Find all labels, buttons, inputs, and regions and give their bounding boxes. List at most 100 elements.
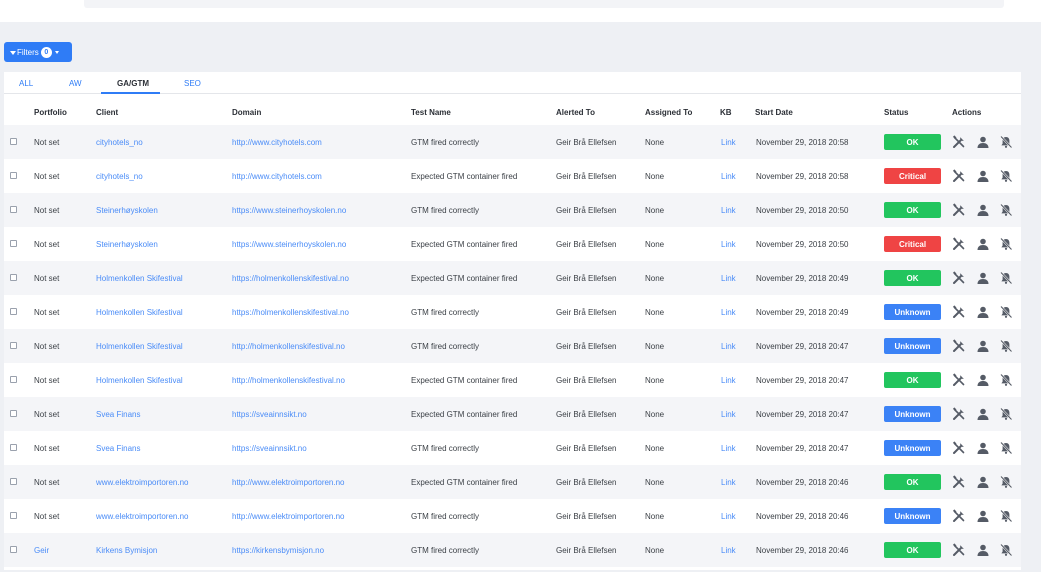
- user-icon[interactable]: [976, 475, 990, 489]
- col-header-client[interactable]: Client: [96, 108, 118, 117]
- cell-domain[interactable]: https://www.steinerhoyskolen.no: [232, 240, 346, 249]
- tab-ga-gtm[interactable]: GA/GTM: [117, 79, 149, 88]
- cell-domain[interactable]: https://holmenkollenskifestival.no: [232, 308, 349, 317]
- cell-domain[interactable]: http://holmenkollenskifestival.no: [232, 342, 345, 351]
- cell-client[interactable]: cityhotels_no: [96, 172, 143, 181]
- status-badge[interactable]: Unknown: [884, 508, 941, 524]
- tab-aw[interactable]: AW: [69, 79, 82, 88]
- bell-off-icon[interactable]: [999, 543, 1013, 557]
- tools-icon[interactable]: [952, 339, 966, 353]
- row-checkbox[interactable]: [10, 444, 17, 451]
- cell-client[interactable]: Svea Finans: [96, 410, 140, 419]
- user-icon[interactable]: [976, 373, 990, 387]
- cell-client[interactable]: cityhotels_no: [96, 138, 143, 147]
- tools-icon[interactable]: [952, 203, 966, 217]
- user-icon[interactable]: [976, 407, 990, 421]
- status-badge[interactable]: Unknown: [884, 338, 941, 354]
- cell-client[interactable]: www.elektroimportoren.no: [96, 512, 188, 521]
- tools-icon[interactable]: [952, 271, 966, 285]
- cell-domain[interactable]: http://www.elektroimportoren.no: [232, 478, 345, 487]
- status-badge[interactable]: OK: [884, 202, 941, 218]
- bell-off-icon[interactable]: [999, 509, 1013, 523]
- col-header-status[interactable]: Status: [884, 108, 908, 117]
- user-icon[interactable]: [976, 271, 990, 285]
- user-icon[interactable]: [976, 339, 990, 353]
- user-icon[interactable]: [976, 543, 990, 557]
- bell-off-icon[interactable]: [999, 339, 1013, 353]
- user-icon[interactable]: [976, 135, 990, 149]
- tools-icon[interactable]: [952, 169, 966, 183]
- cell-client[interactable]: Svea Finans: [96, 444, 140, 453]
- row-checkbox[interactable]: [10, 478, 17, 485]
- status-badge[interactable]: OK: [884, 542, 941, 558]
- row-checkbox[interactable]: [10, 240, 17, 247]
- status-badge[interactable]: OK: [884, 474, 941, 490]
- cell-kb-link[interactable]: Link: [721, 444, 736, 453]
- col-header-test-name[interactable]: Test Name: [411, 108, 451, 117]
- bell-off-icon[interactable]: [999, 203, 1013, 217]
- status-badge[interactable]: Unknown: [884, 440, 941, 456]
- cell-kb-link[interactable]: Link: [721, 512, 736, 521]
- filters-button[interactable]: Filters 0: [4, 42, 72, 62]
- status-badge[interactable]: OK: [884, 270, 941, 286]
- cell-domain[interactable]: http://www.cityhotels.com: [232, 172, 322, 181]
- cell-kb-link[interactable]: Link: [721, 546, 736, 555]
- cell-client[interactable]: Holmenkollen Skifestival: [96, 342, 183, 351]
- tools-icon[interactable]: [952, 373, 966, 387]
- user-icon[interactable]: [976, 509, 990, 523]
- tools-icon[interactable]: [952, 135, 966, 149]
- cell-kb-link[interactable]: Link: [721, 342, 736, 351]
- cell-kb-link[interactable]: Link: [721, 240, 736, 249]
- cell-domain[interactable]: http://holmenkollenskifestival.no: [232, 376, 345, 385]
- cell-domain[interactable]: https://sveainnsikt.no: [232, 410, 307, 419]
- col-header-start-date[interactable]: Start Date: [755, 108, 793, 117]
- row-checkbox[interactable]: [10, 342, 17, 349]
- bell-off-icon[interactable]: [999, 135, 1013, 149]
- cell-client[interactable]: Holmenkollen Skifestival: [96, 274, 183, 283]
- row-checkbox[interactable]: [10, 512, 17, 519]
- tools-icon[interactable]: [952, 237, 966, 251]
- status-badge[interactable]: OK: [884, 372, 941, 388]
- tools-icon[interactable]: [952, 305, 966, 319]
- tools-icon[interactable]: [952, 543, 966, 557]
- row-checkbox[interactable]: [10, 308, 17, 315]
- bell-off-icon[interactable]: [999, 407, 1013, 421]
- cell-kb-link[interactable]: Link: [721, 308, 736, 317]
- user-icon[interactable]: [976, 169, 990, 183]
- row-checkbox[interactable]: [10, 206, 17, 213]
- bell-off-icon[interactable]: [999, 373, 1013, 387]
- user-icon[interactable]: [976, 305, 990, 319]
- row-checkbox[interactable]: [10, 546, 17, 553]
- cell-kb-link[interactable]: Link: [721, 274, 736, 283]
- col-header-domain[interactable]: Domain: [232, 108, 261, 117]
- cell-portfolio[interactable]: Geir: [34, 546, 49, 555]
- row-checkbox[interactable]: [10, 138, 17, 145]
- tab-all[interactable]: ALL: [19, 79, 33, 88]
- cell-kb-link[interactable]: Link: [721, 410, 736, 419]
- cell-domain[interactable]: https://kirkensbymisjon.no: [232, 546, 324, 555]
- bell-off-icon[interactable]: [999, 271, 1013, 285]
- tools-icon[interactable]: [952, 441, 966, 455]
- cell-client[interactable]: Steinerhøyskolen: [96, 240, 158, 249]
- status-badge[interactable]: OK: [884, 134, 941, 150]
- user-icon[interactable]: [976, 203, 990, 217]
- row-checkbox[interactable]: [10, 376, 17, 383]
- status-badge[interactable]: Unknown: [884, 406, 941, 422]
- cell-client[interactable]: Steinerhøyskolen: [96, 206, 158, 215]
- col-header-kb[interactable]: KB: [720, 108, 732, 117]
- tools-icon[interactable]: [952, 407, 966, 421]
- cell-kb-link[interactable]: Link: [721, 172, 736, 181]
- cell-domain[interactable]: https://holmenkollenskifestival.no: [232, 274, 349, 283]
- tools-icon[interactable]: [952, 509, 966, 523]
- cell-kb-link[interactable]: Link: [721, 478, 736, 487]
- cell-client[interactable]: Holmenkollen Skifestival: [96, 308, 183, 317]
- col-header-assigned-to[interactable]: Assigned To: [645, 108, 692, 117]
- cell-client[interactable]: Holmenkollen Skifestival: [96, 376, 183, 385]
- user-icon[interactable]: [976, 441, 990, 455]
- cell-client[interactable]: www.elektroimportoren.no: [96, 478, 188, 487]
- cell-domain[interactable]: https://www.steinerhoyskolen.no: [232, 206, 346, 215]
- cell-client[interactable]: Kirkens Bymisjon: [96, 546, 157, 555]
- bell-off-icon[interactable]: [999, 305, 1013, 319]
- col-header-portfolio[interactable]: Portfolio: [34, 108, 67, 117]
- cell-domain[interactable]: http://www.cityhotels.com: [232, 138, 322, 147]
